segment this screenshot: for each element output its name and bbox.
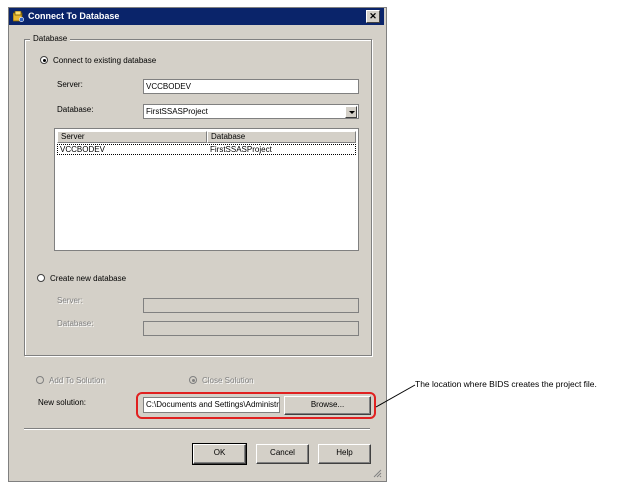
list-item[interactable]: VCCBODEV FirstSSASProject [57,144,356,155]
title-bar[interactable]: Connect To Database ✕ [9,8,384,25]
button-separator [24,428,370,430]
add-to-solution-label[interactable]: Add To Solution [49,376,105,385]
database-group-title: Database [30,34,71,43]
add-to-solution-radio[interactable] [36,376,44,384]
close-icon[interactable]: ✕ [366,10,380,23]
column-header-server[interactable]: Server [57,131,207,143]
close-solution-label[interactable]: Close Solution [202,376,254,385]
server-input[interactable]: VCCBODEV [143,79,359,94]
callout-line [375,384,416,408]
database-label: Database: [57,105,94,114]
database-folder-icon [13,11,24,22]
column-header-database[interactable]: Database [207,131,356,143]
callout-text: The location where BIDS creates the proj… [415,379,597,389]
database-listview[interactable]: Server Database VCCBODEV FirstSSASProjec… [54,128,359,251]
highlight-box [136,392,376,419]
server-label: Server: [57,80,83,89]
list-item-server: VCCBODEV [60,145,105,154]
help-button[interactable]: Help [318,444,371,464]
close-solution-radio[interactable] [189,376,197,384]
list-item-database: FirstSSASProject [210,145,272,154]
create-new-radio[interactable] [37,274,45,282]
new-database-input[interactable] [143,321,359,336]
database-dropdown-value: FirstSSASProject [146,107,208,116]
ok-button[interactable]: OK [192,443,247,465]
new-server-input[interactable] [143,298,359,313]
create-new-label[interactable]: Create new database [50,274,126,283]
dialog-title: Connect To Database [28,11,120,21]
cancel-button[interactable]: Cancel [256,444,309,464]
connect-existing-radio[interactable] [40,56,48,64]
database-dropdown[interactable]: FirstSSASProject [143,104,359,119]
chevron-down-icon[interactable] [345,106,357,118]
new-solution-label: New solution: [38,398,87,407]
new-server-label: Server: [57,296,83,305]
new-database-label: Database: [57,319,94,328]
connect-existing-label[interactable]: Connect to existing database [53,56,156,65]
resize-grip-icon[interactable] [373,469,382,478]
